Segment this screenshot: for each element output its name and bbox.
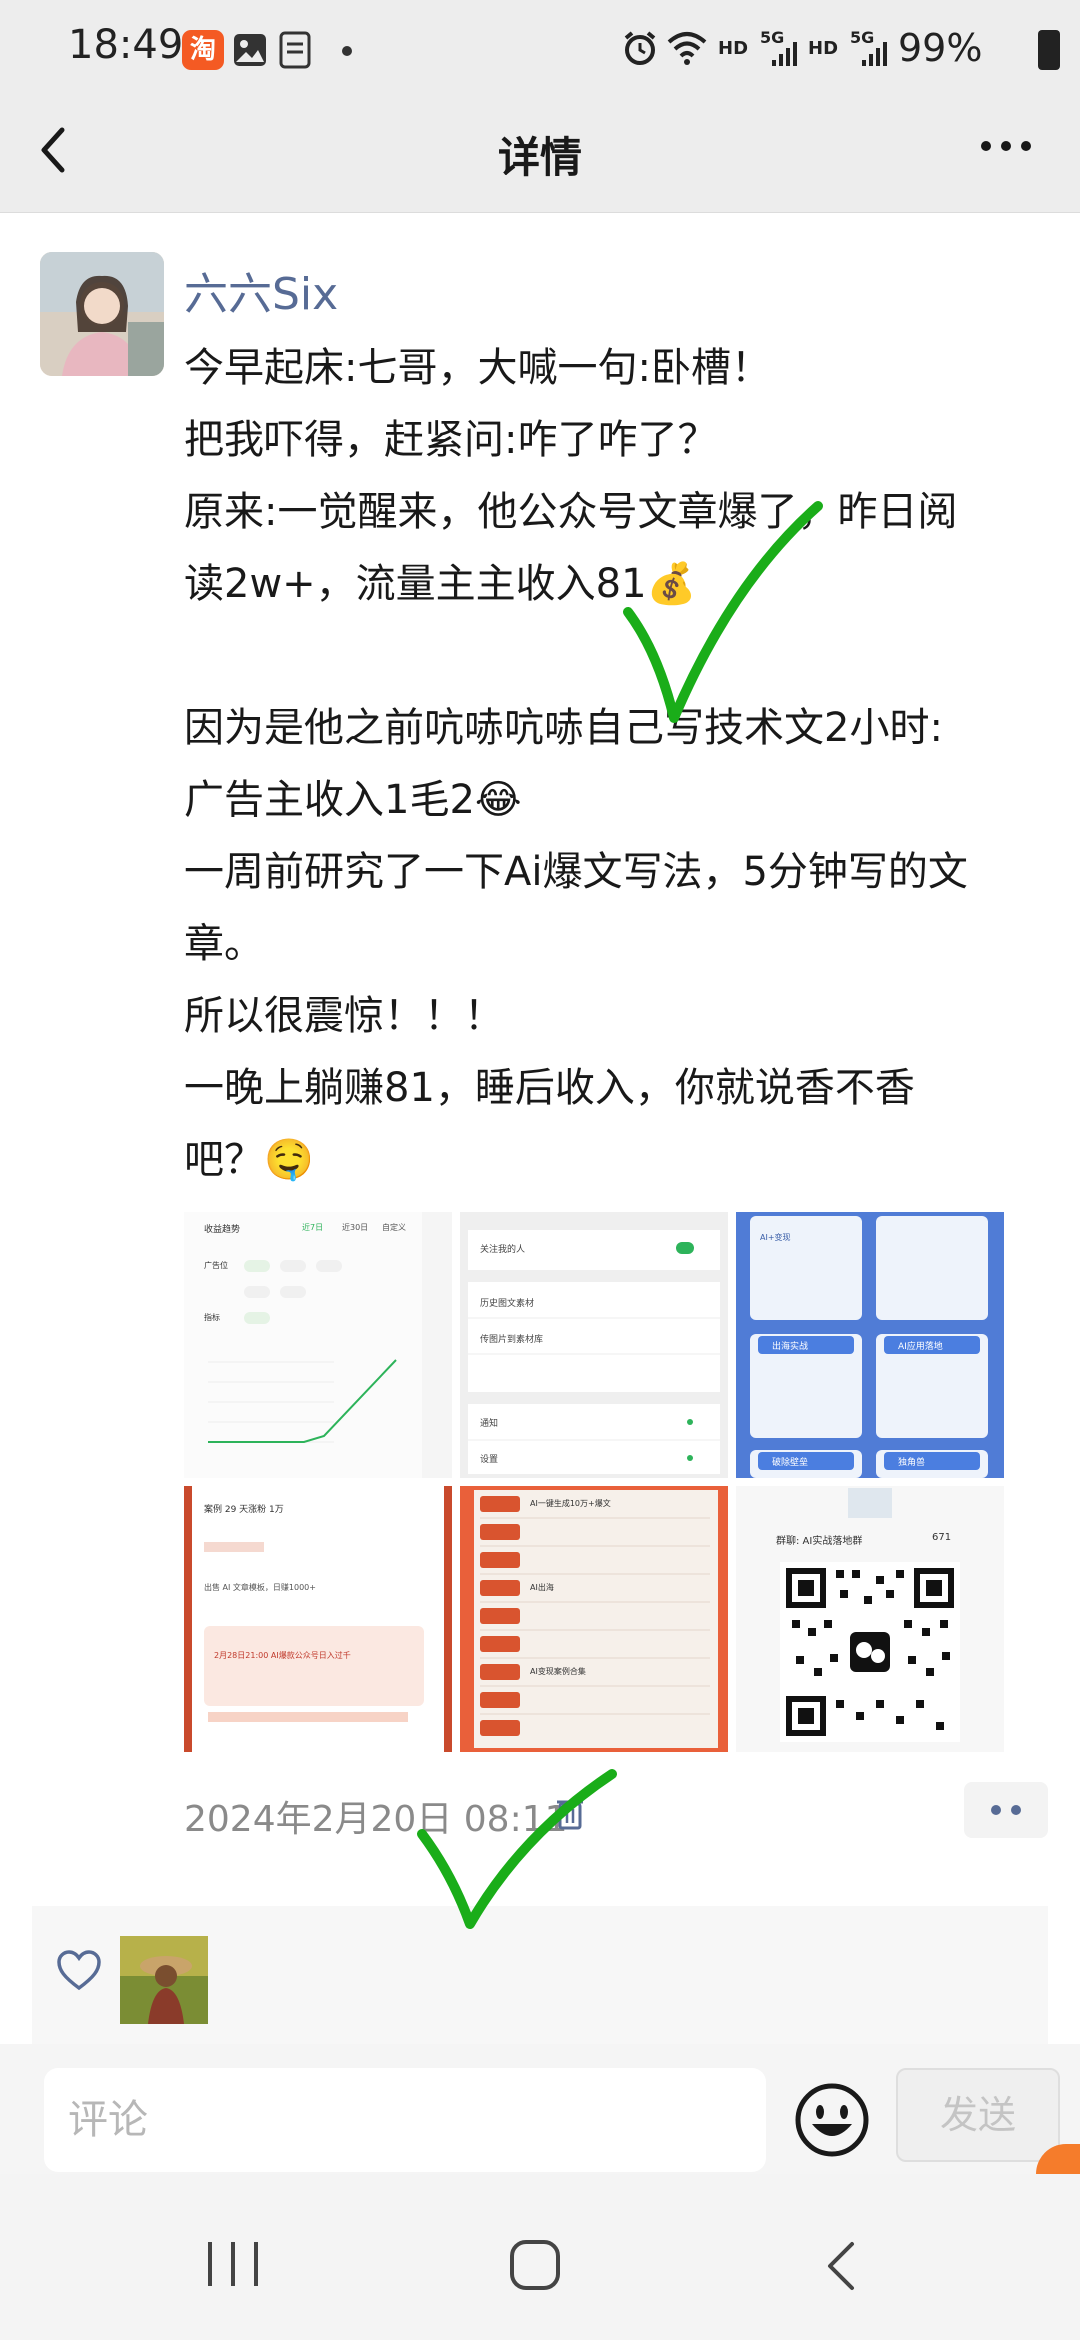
menu-row-5: 设置 bbox=[480, 1455, 499, 1465]
system-back-button[interactable] bbox=[818, 2238, 868, 2298]
author-name[interactable]: 六六Six bbox=[184, 258, 338, 322]
two-dots-icon bbox=[991, 1805, 1021, 1815]
chart-tab-30d: 近30日 bbox=[342, 1223, 369, 1232]
signal-icon bbox=[770, 40, 798, 72]
more-button[interactable] bbox=[972, 126, 1042, 166]
emoji-button[interactable] bbox=[792, 2080, 872, 2160]
promo-line-3: 出售 AI 文章模板，日赚1000+ bbox=[204, 1583, 316, 1592]
post-timestamp: 2024年2月20日 08:11 bbox=[184, 1799, 568, 1840]
promo-line-1: 案例 29 天涨粉 1万 bbox=[204, 1505, 284, 1515]
menu-row-4: 通知 bbox=[480, 1419, 499, 1429]
home-icon bbox=[510, 2240, 560, 2290]
gallery-icon bbox=[232, 32, 268, 72]
chart-caption: 收益趋势 bbox=[204, 1225, 241, 1235]
battery-percent: 99% bbox=[898, 26, 983, 70]
chart-tab-7d: 近7日 bbox=[302, 1223, 324, 1232]
gallery-image-5[interactable]: AI一键生成10万+爆文 AI出海 AI变现案例合集 bbox=[460, 1486, 728, 1752]
smiley-icon bbox=[795, 2083, 869, 2157]
delete-icon[interactable] bbox=[556, 1796, 584, 1834]
chart-label-ad: 广告位 bbox=[204, 1261, 228, 1270]
recent-apps-icon bbox=[208, 2242, 258, 2286]
section-label-4: 独角兽 bbox=[898, 1458, 926, 1468]
menu-row-3: 传图片到素材库 bbox=[480, 1335, 544, 1345]
dot-icon bbox=[342, 46, 352, 56]
status-time: 18:49 bbox=[68, 22, 184, 68]
hd-label: HD bbox=[718, 38, 749, 59]
page-title: 详情 bbox=[497, 133, 582, 182]
wifi-icon bbox=[666, 30, 708, 70]
promo-line-2: 2月28日21:00 AI爆款公众号日入过千 bbox=[214, 1651, 351, 1660]
files-icon bbox=[278, 30, 314, 74]
send-button[interactable]: 发送 bbox=[896, 2068, 1060, 2162]
image-gallery: 收益趋势 近7日 近30日 自定义 广告位 指标 关注我的人 历史图文素材 传图… bbox=[184, 1212, 1004, 1752]
qr-title: 群聊: AI实战落地群 bbox=[776, 1536, 863, 1547]
section-label-1: 出海实战 bbox=[772, 1342, 809, 1352]
qr-number: 671 bbox=[932, 1532, 952, 1543]
gallery-image-3[interactable]: 出海实战 AI应用落地 破除壁垒 独角兽 AI+变现 bbox=[736, 1212, 1004, 1478]
gallery-image-4[interactable]: 案例 29 天涨粉 1万 2月28日21:00 AI爆款公众号日入过千 出售 A… bbox=[184, 1486, 452, 1752]
alarm-icon bbox=[622, 30, 658, 70]
menu-row-2: 历史图文素材 bbox=[480, 1299, 535, 1309]
gallery-image-6[interactable]: 群聊: AI实战落地群 671 bbox=[736, 1486, 1004, 1752]
gallery-image-2[interactable]: 关注我的人 历史图文素材 传图片到素材库 通知 设置 bbox=[460, 1212, 728, 1478]
list-line-2: AI出海 bbox=[530, 1583, 554, 1592]
section-label-3: 破除壁垒 bbox=[772, 1458, 809, 1468]
section-label-2: AI应用落地 bbox=[898, 1342, 943, 1352]
more-horizontal-icon bbox=[981, 141, 1031, 151]
recent-apps-button[interactable] bbox=[200, 2236, 266, 2296]
battery-icon bbox=[1038, 30, 1060, 70]
author-avatar[interactable] bbox=[40, 252, 164, 376]
chart-label-metric: 指标 bbox=[204, 1313, 220, 1322]
signal-icon-2 bbox=[860, 40, 888, 72]
comment-input[interactable] bbox=[44, 2068, 766, 2172]
home-button[interactable] bbox=[506, 2238, 566, 2298]
section-label-5: AI+变现 bbox=[760, 1233, 791, 1242]
liker-avatar[interactable] bbox=[120, 1936, 208, 2024]
chart-tab-custom: 自定义 bbox=[382, 1223, 406, 1232]
post-text: 今早起床:七哥，大喊一句:卧槽！ 把我吓得，赶紧问:咋了咋了？ 原来:一觉醒来，… bbox=[184, 345, 968, 1183]
gallery-image-1[interactable]: 收益趋势 近7日 近30日 自定义 广告位 指标 bbox=[184, 1212, 452, 1478]
menu-row-1: 关注我的人 bbox=[480, 1245, 526, 1255]
heart-outline-icon bbox=[56, 1950, 102, 1996]
list-line-3: AI变现案例合集 bbox=[530, 1667, 586, 1676]
taobao-icon: 淘 bbox=[182, 30, 224, 70]
back-icon bbox=[828, 2242, 854, 2290]
post-action-button[interactable] bbox=[964, 1782, 1048, 1838]
hd-label-2: HD bbox=[808, 38, 839, 59]
list-line-1: AI一键生成10万+爆文 bbox=[530, 1499, 611, 1508]
